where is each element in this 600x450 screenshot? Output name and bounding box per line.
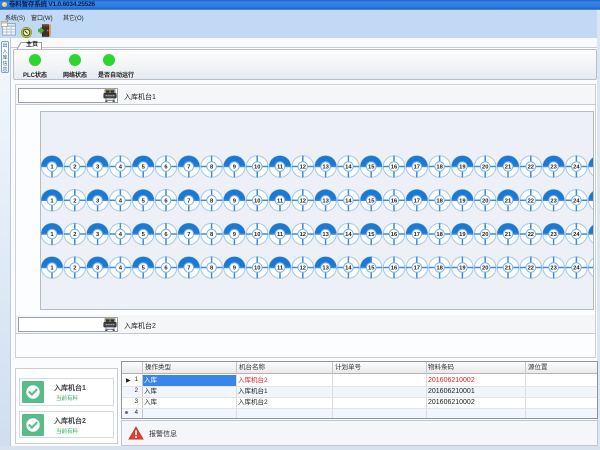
svg-text:23: 23: [550, 165, 557, 171]
svg-text:17: 17: [414, 165, 420, 171]
svg-text:23: 23: [550, 198, 557, 204]
svg-text:19: 19: [459, 266, 466, 272]
svg-text:20: 20: [482, 198, 488, 204]
svg-text:12: 12: [300, 232, 306, 238]
svg-text:13: 13: [322, 232, 329, 238]
svg-text:18: 18: [436, 232, 443, 238]
svg-text:13: 13: [322, 266, 329, 272]
svg-text:23: 23: [550, 266, 557, 272]
svg-text:15: 15: [368, 165, 375, 171]
svg-text:11: 11: [277, 266, 284, 272]
svg-text:19: 19: [459, 198, 466, 204]
svg-text:12: 12: [300, 198, 306, 204]
svg-text:10: 10: [254, 198, 260, 204]
svg-text:7: 7: [187, 165, 190, 171]
svg-text:21: 21: [505, 232, 512, 238]
svg-text:15: 15: [368, 198, 375, 204]
svg-text:14: 14: [345, 165, 352, 171]
svg-text:20: 20: [482, 165, 488, 171]
svg-text:21: 21: [505, 198, 512, 204]
svg-text:10: 10: [254, 165, 260, 171]
svg-text:15: 15: [368, 232, 375, 238]
svg-text:11: 11: [277, 232, 284, 238]
svg-text:22: 22: [528, 266, 534, 272]
svg-text:2: 2: [73, 266, 76, 272]
svg-text:7: 7: [187, 232, 190, 238]
svg-text:11: 11: [277, 165, 284, 171]
svg-text:15: 15: [368, 266, 375, 272]
svg-text:7: 7: [187, 198, 190, 204]
svg-text:24: 24: [573, 266, 580, 272]
svg-text:12: 12: [300, 165, 306, 171]
svg-text:16: 16: [391, 266, 398, 272]
svg-text:16: 16: [391, 165, 398, 171]
svg-text:24: 24: [573, 232, 580, 238]
svg-text:22: 22: [528, 198, 534, 204]
svg-text:14: 14: [345, 232, 352, 238]
svg-text:20: 20: [482, 232, 488, 238]
svg-text:24: 24: [573, 165, 580, 171]
svg-text:17: 17: [414, 266, 420, 272]
svg-text:13: 13: [322, 198, 329, 204]
svg-text:2: 2: [73, 198, 76, 204]
svg-text:11: 11: [277, 198, 284, 204]
svg-text:14: 14: [345, 266, 352, 272]
svg-text:19: 19: [459, 232, 466, 238]
svg-text:18: 18: [436, 266, 443, 272]
svg-text:24: 24: [573, 198, 580, 204]
svg-text:17: 17: [414, 232, 420, 238]
svg-text:23: 23: [550, 232, 557, 238]
svg-text:18: 18: [436, 165, 443, 171]
svg-text:21: 21: [505, 165, 512, 171]
svg-text:17: 17: [414, 198, 420, 204]
svg-text:13: 13: [322, 165, 329, 171]
svg-text:2: 2: [73, 232, 76, 238]
svg-text:16: 16: [391, 198, 398, 204]
svg-text:19: 19: [459, 165, 466, 171]
svg-text:10: 10: [254, 232, 260, 238]
svg-text:20: 20: [482, 266, 488, 272]
svg-text:10: 10: [254, 266, 260, 272]
svg-text:7: 7: [187, 266, 190, 272]
svg-text:2: 2: [73, 165, 76, 171]
svg-text:16: 16: [391, 232, 398, 238]
svg-text:22: 22: [528, 165, 534, 171]
svg-text:21: 21: [505, 266, 512, 272]
svg-text:14: 14: [345, 198, 352, 204]
svg-text:22: 22: [528, 232, 534, 238]
svg-text:18: 18: [436, 198, 443, 204]
svg-text:12: 12: [300, 266, 306, 272]
